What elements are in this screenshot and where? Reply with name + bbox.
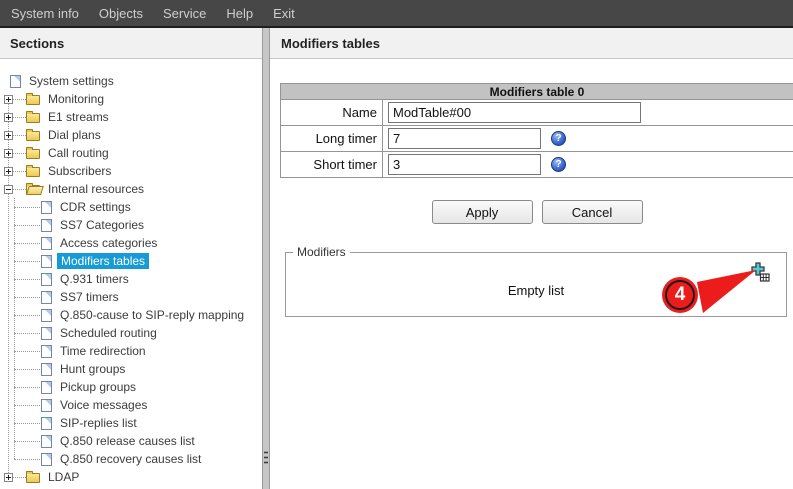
document-icon[interactable] <box>41 381 52 394</box>
tree-item-hunt-groups: Hunt groups <box>0 360 262 378</box>
menubar: System info Objects Service Help Exit <box>0 0 793 28</box>
document-icon[interactable] <box>41 417 52 430</box>
folder-icon[interactable] <box>26 113 40 123</box>
open-folder-icon[interactable] <box>26 185 40 195</box>
tree-item-ss7-categories: SS7 Categories <box>0 216 262 234</box>
menu-system-info[interactable]: System info <box>11 6 79 21</box>
callout-arrow <box>690 262 762 317</box>
expand-icon[interactable] <box>4 113 13 122</box>
document-icon[interactable] <box>41 453 52 466</box>
callout-step-badge: 4 <box>665 280 695 310</box>
page-title: Modifiers tables <box>270 28 793 59</box>
short-timer-label: Short timer <box>281 152 383 178</box>
tree-item-ldap: LDAP <box>0 468 262 486</box>
document-icon[interactable] <box>41 219 52 232</box>
folder-icon[interactable] <box>26 167 40 177</box>
long-timer-label: Long timer <box>281 126 383 152</box>
form-buttons: Apply Cancel <box>280 200 793 224</box>
tree-item-monitoring: Monitoring <box>0 90 262 108</box>
tree-item-access-categories: Access categories <box>0 234 262 252</box>
tree-item-scheduled-routing: Scheduled routing <box>0 324 262 342</box>
document-icon[interactable] <box>41 435 52 448</box>
modifier-table-form: Modifiers table 0 Name Long timer Short … <box>280 83 793 178</box>
tree-item-time-redirection: Time redirection <box>0 342 262 360</box>
tree-item-q850-recovery-causes-list: Q.850 recovery causes list <box>0 450 262 468</box>
splitter-grip-icon <box>264 450 268 465</box>
document-icon[interactable] <box>41 309 52 322</box>
name-label: Name <box>281 100 383 126</box>
folder-icon[interactable] <box>26 95 40 105</box>
menu-help[interactable]: Help <box>226 6 253 21</box>
document-icon[interactable] <box>41 201 52 214</box>
document-icon[interactable] <box>41 273 52 286</box>
tree-item-dial-plans: Dial plans <box>0 126 262 144</box>
expand-icon[interactable] <box>4 149 13 158</box>
menu-service[interactable]: Service <box>163 6 206 21</box>
document-icon[interactable] <box>41 345 52 358</box>
menu-exit[interactable]: Exit <box>273 6 295 21</box>
folder-icon[interactable] <box>26 473 40 483</box>
document-icon[interactable] <box>41 363 52 376</box>
tree-item-call-routing: Call routing <box>0 144 262 162</box>
document-icon[interactable] <box>10 75 21 88</box>
tree-item-ss7-timers: SS7 timers <box>0 288 262 306</box>
tree-item-system-settings: System settings <box>0 72 262 90</box>
name-field[interactable] <box>388 102 641 123</box>
folder-icon[interactable] <box>26 149 40 159</box>
folder-icon[interactable] <box>26 131 40 141</box>
document-icon[interactable] <box>41 237 52 250</box>
tree-item-pickup-groups: Pickup groups <box>0 378 262 396</box>
tree-item-subscribers: Subscribers <box>0 162 262 180</box>
expand-icon[interactable] <box>4 95 13 104</box>
sidebar-header: Sections <box>0 28 262 59</box>
tree-item-q850-cause-sip-reply-mapping: Q.850-cause to SIP-reply mapping <box>0 306 262 324</box>
main-content: Modifiers table 0 Name Long timer Short … <box>270 59 793 489</box>
expand-icon[interactable] <box>4 131 13 140</box>
document-icon[interactable] <box>41 255 52 268</box>
collapse-icon[interactable] <box>4 185 13 194</box>
document-icon[interactable] <box>41 327 52 340</box>
form-title: Modifiers table 0 <box>281 84 793 100</box>
tree-item-sip-replies-list: SIP-replies list <box>0 414 262 432</box>
tree-item-modifiers-tables: Modifiers tables <box>0 252 262 270</box>
apply-button[interactable]: Apply <box>432 200 533 224</box>
document-icon[interactable] <box>41 399 52 412</box>
long-timer-field[interactable] <box>388 128 541 149</box>
tree-item-e1-streams: E1 streams <box>0 108 262 126</box>
tree-item-q931-timers: Q.931 timers <box>0 270 262 288</box>
panel-splitter[interactable] <box>262 28 270 489</box>
document-icon[interactable] <box>41 291 52 304</box>
tree-item-cdr-settings: CDR settings <box>0 198 262 216</box>
selected-tree-item[interactable]: Modifiers tables <box>57 253 149 269</box>
help-icon[interactable] <box>551 157 566 172</box>
expand-icon[interactable] <box>4 473 13 482</box>
tree-item-internal-resources: Internal resources <box>0 180 262 198</box>
cancel-button[interactable]: Cancel <box>542 200 643 224</box>
sections-tree: System settings Monitoring E1 streams Di… <box>0 59 262 489</box>
expand-icon[interactable] <box>4 167 13 176</box>
tree-item-voice-messages: Voice messages <box>0 396 262 414</box>
menu-objects[interactable]: Objects <box>99 6 143 21</box>
tree-item-q850-release-causes-list: Q.850 release causes list <box>0 432 262 450</box>
modifiers-legend: Modifiers <box>293 245 350 259</box>
short-timer-field[interactable] <box>388 154 541 175</box>
help-icon[interactable] <box>551 131 566 146</box>
